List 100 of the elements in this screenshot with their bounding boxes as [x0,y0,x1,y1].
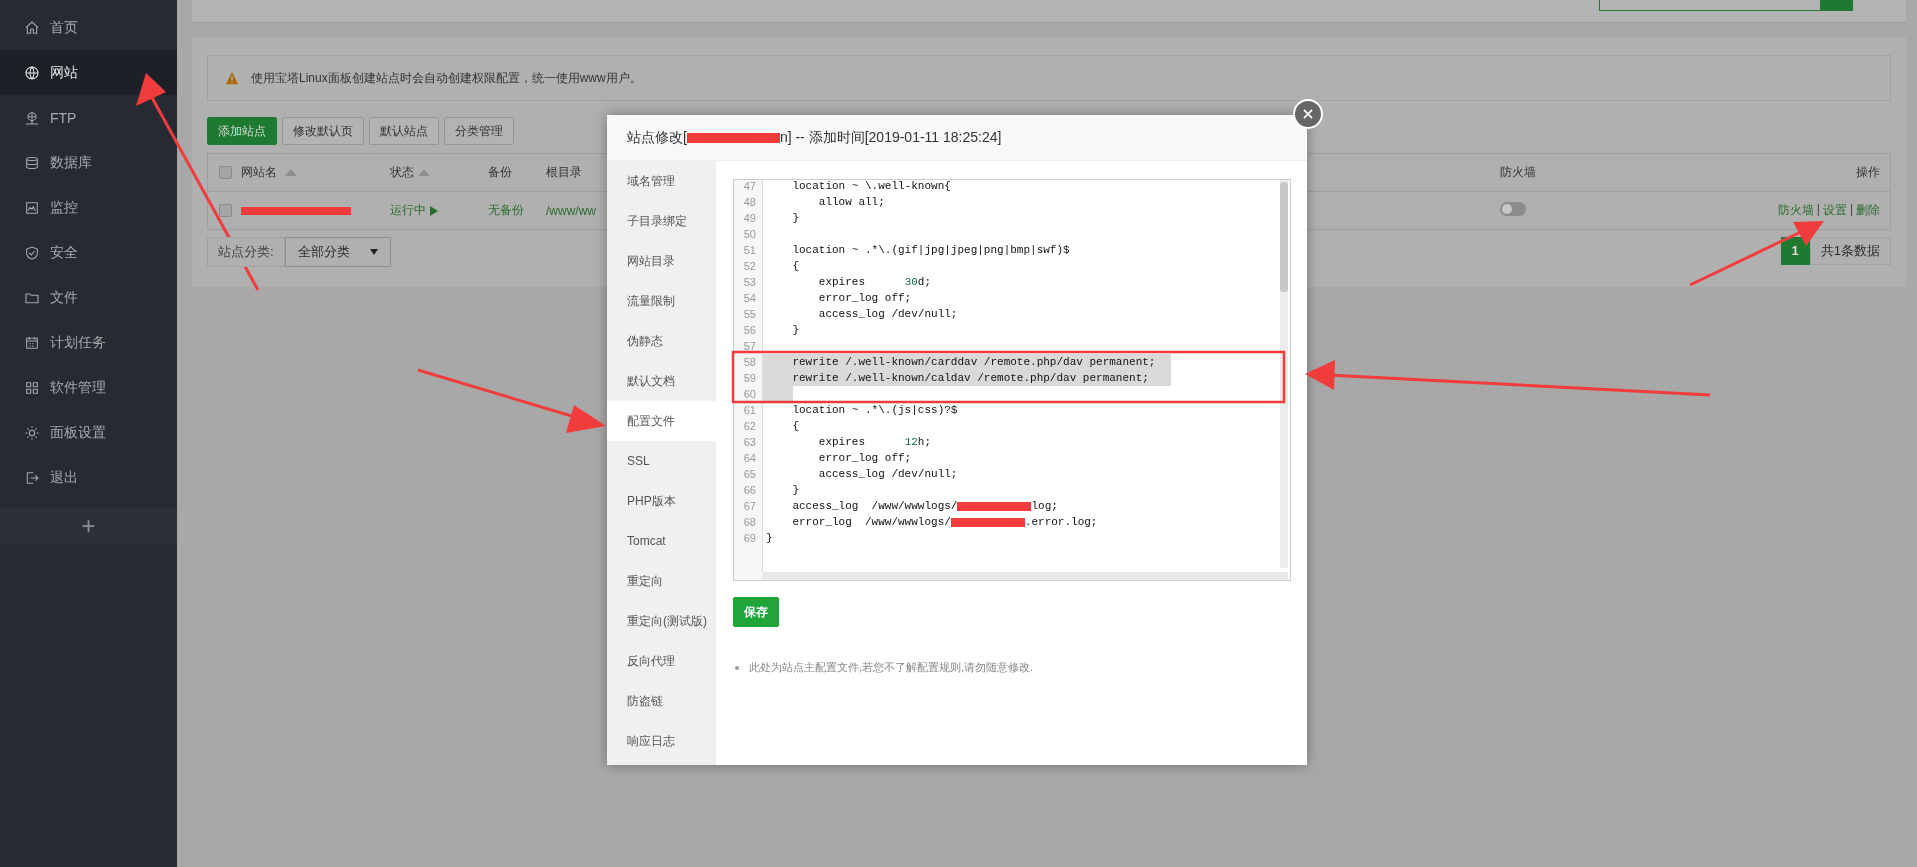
column-header: 根目录 [546,164,583,181]
toolbar-button[interactable]: 默认站点 [369,117,439,145]
code-line: } [791,483,799,498]
line-number: 52 [742,260,756,272]
scrollbar[interactable] [762,572,1288,580]
line-number: 59 [742,372,756,384]
menu-item[interactable]: 域名管理 [607,161,716,201]
line-number: 58 [742,356,756,368]
sort-icon[interactable] [285,169,297,176]
menu-item[interactable]: 伪静态 [607,321,716,361]
line-number: 57 [742,340,756,352]
sidebar-item[interactable]: FTP [0,95,177,140]
sort-icon[interactable] [418,169,430,176]
toolbar-button[interactable]: 修改默认页 [282,117,364,145]
row-checkbox[interactable] [219,204,232,217]
line-number: 69 [742,532,756,544]
code-line: access_log /dev/null; [817,467,958,482]
search-field[interactable] [1599,0,1853,11]
globe-icon [24,64,40,81]
line-number: 48 [742,196,756,208]
menu-item[interactable]: 反向代理 [607,641,716,681]
column-header: 备份 [488,164,513,181]
scrollbar[interactable] [1280,180,1288,568]
code-line: error_log off; [817,451,912,466]
note-text: 此处为站点主配置文件,若您不了解配置规则,请勿随意修改. [749,660,1034,675]
toolbar-button[interactable]: 分类管理 [444,117,514,145]
sidebar-item[interactable]: 首页 [0,5,177,50]
code-line: } [791,211,799,226]
separator: | [1849,202,1853,218]
line-number: 60 [742,388,756,400]
line-number: 54 [742,292,756,304]
grid-icon [24,379,40,396]
filter-label: 站点分类: [207,237,285,267]
code-line: { [791,419,799,434]
line-number: 50 [742,228,756,240]
menu-item[interactable]: 重定向(测试版) [607,601,716,641]
bullet-icon [735,665,739,670]
toolbar-button[interactable]: 添加站点 [207,117,277,145]
play-icon [430,205,438,216]
code-line: access_log /www/wwwlogs/ log; [791,499,1058,514]
home-icon [24,19,40,36]
category-select[interactable]: 全部分类 [284,237,391,267]
ftp-icon [24,109,40,126]
line-number: 56 [742,324,756,336]
monitor-icon [24,199,40,216]
alert-text: 使用宝塔Linux面板创建站点时会自动创建权限配置，统一使用www用户。 [251,69,642,87]
code-line: access_log /dev/null; [817,307,958,322]
line-number: 68 [742,516,756,528]
menu-item[interactable]: SSL [607,441,716,481]
menu-item[interactable]: 响应日志 [607,721,716,761]
menu-item[interactable]: 重定向 [607,561,716,601]
line-number: 47 [742,180,756,192]
column-header: 防火墙 [1500,164,1537,181]
line-number: 64 [742,452,756,464]
line-number: 55 [742,308,756,320]
gear-icon [24,424,40,441]
line-number: 63 [742,436,756,448]
sidebar-item[interactable]: 面板设置 [0,410,177,455]
menu-item[interactable]: 配置文件 [607,401,716,441]
line-number: 66 [742,484,756,496]
column-header: 操作 [1856,164,1880,181]
line-number: 53 [742,276,756,288]
shield-icon [24,244,40,261]
sidebar-item[interactable]: 计划任务 [0,320,177,365]
code-line: location ~ .*\.(gif|jpg|jpeg|png|bmp|swf)$ [791,243,1070,258]
sidebar-item[interactable]: 监控 [0,185,177,230]
menu-item[interactable]: PHP版本 [607,481,716,521]
column-header: 状态 [390,164,488,181]
code-line: expires 12h; [817,435,932,450]
close-icon [1301,107,1315,121]
line-number: 51 [742,244,756,256]
menu-item[interactable]: 网站目录 [607,241,716,281]
caret-icon [369,249,378,255]
code-line: error_log /www/wwwlogs/ .error.log; [791,515,1098,530]
menu-item[interactable]: 防盗链 [607,681,716,721]
line-number: 67 [742,500,756,512]
sidebar-item[interactable]: 安全 [0,230,177,275]
menu-item[interactable]: 默认文档 [607,361,716,401]
warning-icon [225,71,239,85]
sidebar-item[interactable]: 软件管理 [0,365,177,410]
add-button[interactable]: + [0,508,177,544]
code-editor[interactable] [733,179,1291,581]
menu-item[interactable]: 流量限制 [607,281,716,321]
select-all-checkbox[interactable] [219,166,232,179]
logout-icon [24,469,40,486]
save-button[interactable]: 保存 [733,597,779,627]
menu-item[interactable]: 子目录绑定 [607,201,716,241]
line-number: 62 [742,420,756,432]
sidebar-item[interactable]: 数据库 [0,140,177,185]
code-line: } [791,323,799,338]
menu-item[interactable]: Tomcat [607,521,716,561]
calendar-icon [24,334,40,351]
column-header: 网站名 [241,164,390,181]
code-line: location ~ \.well-known{ [791,179,951,194]
line-number: 49 [742,212,756,224]
firewall-toggle[interactable] [1500,202,1526,216]
sidebar-item[interactable]: 文件 [0,275,177,320]
database-icon [24,154,40,171]
sidebar-item[interactable]: 退出 [0,455,177,500]
sidebar-item[interactable]: 网站 [0,50,177,95]
